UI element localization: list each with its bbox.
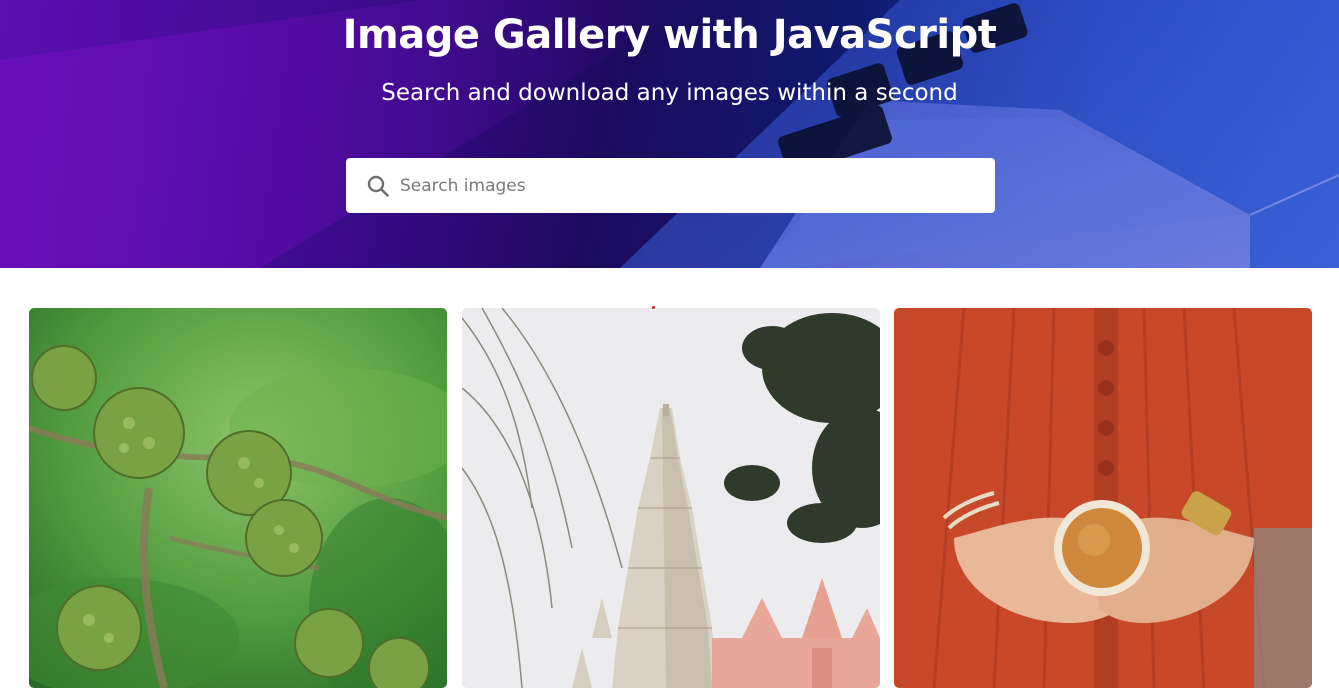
gallery-card[interactable] [462,308,880,688]
temple-tower-image[interactable] [462,308,880,688]
search-input[interactable] [400,158,980,213]
search-icon [367,175,389,197]
page-title: Image Gallery with JavaScript [342,12,997,58]
hero-banner: Image Gallery with JavaScript Search and… [0,0,1339,268]
gallery-card[interactable] [29,308,447,688]
search-box[interactable] [346,158,995,213]
image-gallery [0,268,1339,688]
coffee-cup-hands-image[interactable] [894,308,1312,688]
blackberry-branch-image[interactable] [29,308,447,688]
gallery-card[interactable] [894,308,1312,688]
decorative-dot [652,306,655,309]
page-subtitle: Search and download any images within a … [381,80,958,106]
